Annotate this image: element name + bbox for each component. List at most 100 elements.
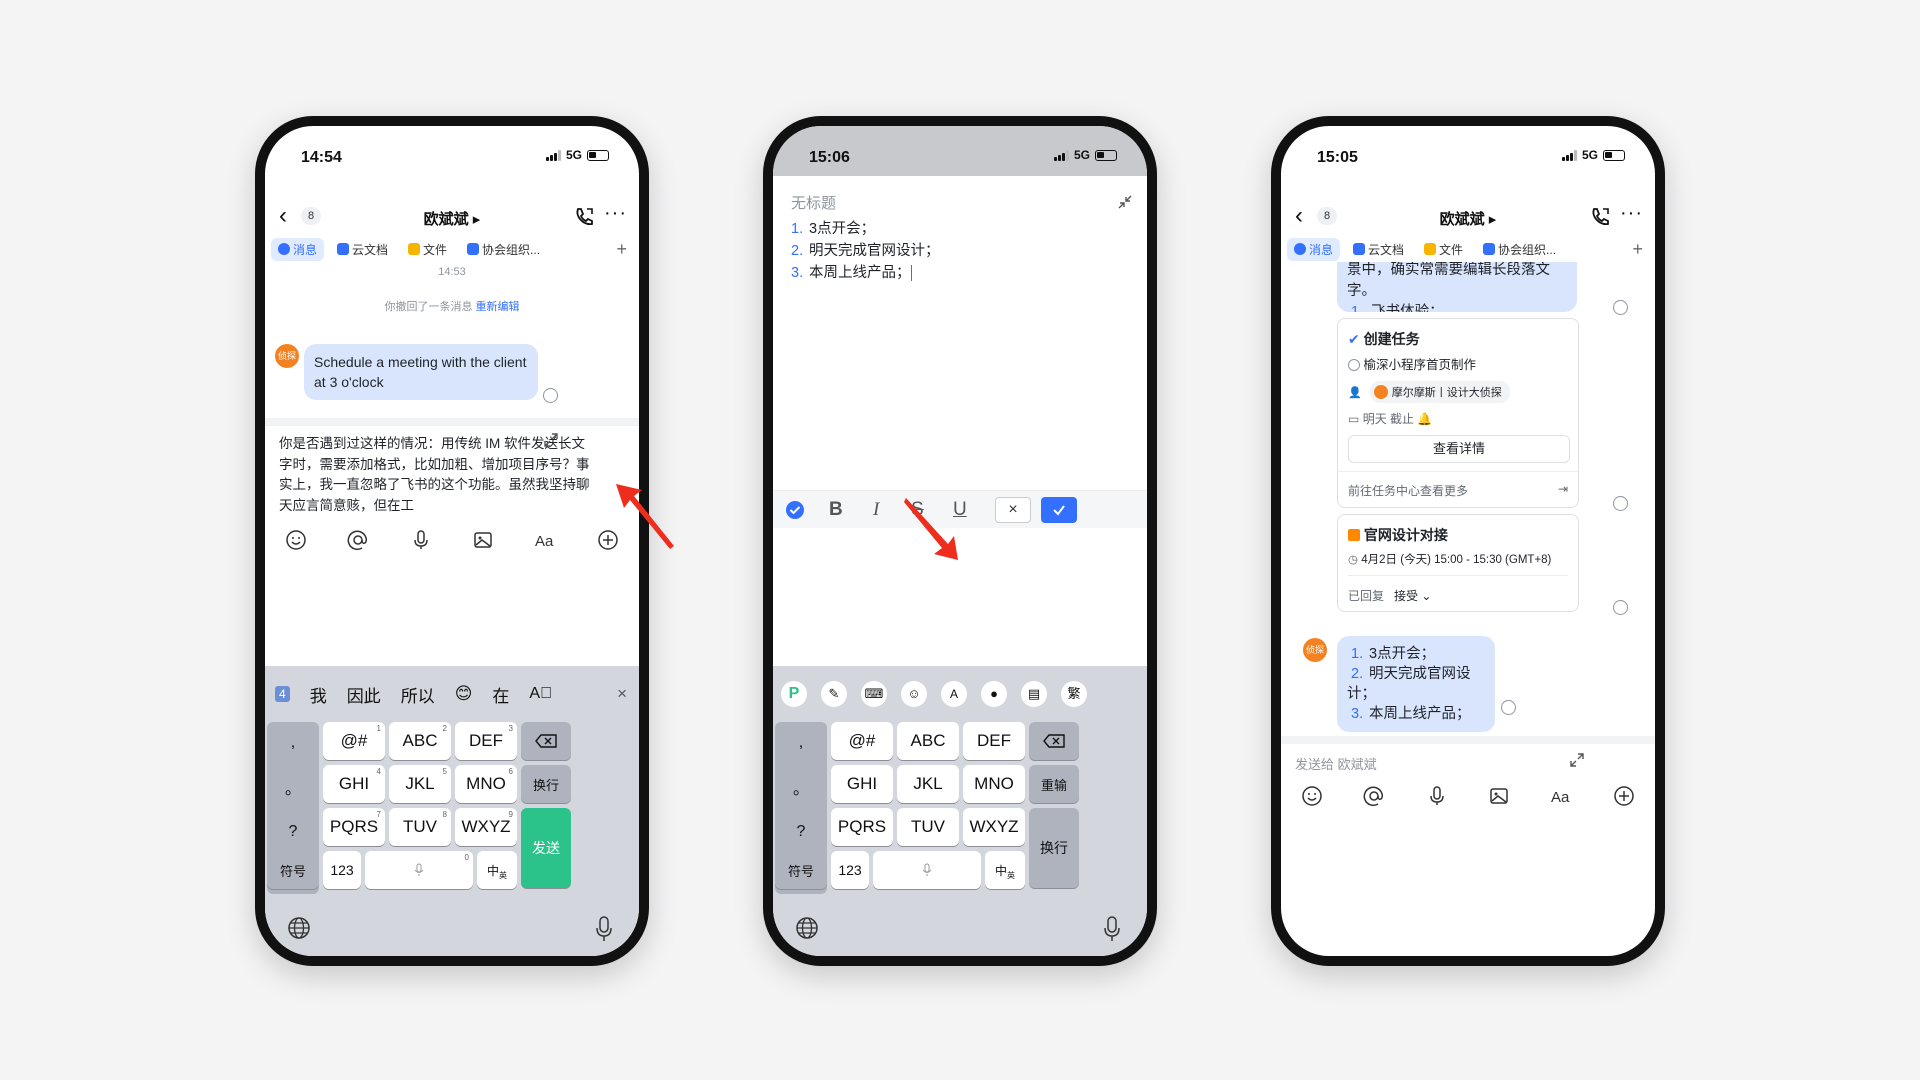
expand-icon[interactable] (1569, 752, 1585, 768)
candidate-number-icon[interactable]: 4 (275, 686, 290, 702)
key-abc[interactable]: ABC (897, 722, 959, 760)
emoji-icon[interactable] (285, 529, 307, 551)
emoji-icon[interactable] (1301, 785, 1323, 807)
task-center-link[interactable]: 前往任务中心查看更多 ⇥ (1338, 471, 1578, 499)
delete-key[interactable] (1029, 722, 1079, 760)
ime-logo-icon[interactable]: P (781, 681, 807, 707)
punct-key[interactable]: 。 (285, 775, 301, 799)
avatar[interactable]: 侦探 (1303, 638, 1327, 662)
tab-messages[interactable]: 消息 (271, 237, 325, 261)
globe-icon[interactable] (287, 916, 311, 940)
send-key[interactable]: 发送 (521, 808, 571, 888)
view-details-button[interactable]: 查看详情 (1348, 435, 1570, 463)
traditional-key[interactable]: 繁 (1061, 681, 1087, 707)
ai-text-icon[interactable]: A (941, 681, 967, 707)
num-key[interactable]: 123 (831, 851, 869, 889)
bold-icon[interactable]: B (829, 499, 843, 521)
num-key[interactable]: 123 (323, 851, 361, 889)
key-pqrs[interactable]: PQRS 7 (323, 808, 385, 846)
select-radio[interactable] (1613, 496, 1628, 511)
newline-key[interactable]: 换行 (521, 765, 571, 803)
emoticon-icon[interactable]: ☺ (901, 681, 927, 707)
close-icon[interactable]: × (617, 684, 627, 704)
image-icon[interactable] (1488, 785, 1510, 807)
tab-docs[interactable]: 云文档 (1346, 238, 1411, 261)
key-tuv[interactable]: TUV 8 (389, 808, 451, 846)
dictation-mic-icon[interactable] (1103, 916, 1121, 942)
delete-key[interactable] (521, 722, 571, 760)
expand-icon[interactable] (543, 432, 559, 448)
candidate[interactable]: 因此 (347, 682, 381, 707)
punct-key[interactable]: , (799, 734, 803, 752)
event-card[interactable]: 官网设计对接 ◷ 4月2日 (今天) 15:00 - 15:30 (GMT+8)… (1337, 514, 1579, 612)
phone-call-icon[interactable] (573, 206, 595, 228)
italic-icon[interactable]: I (873, 499, 879, 521)
newline-key[interactable]: 换行 (1029, 808, 1079, 888)
reedit-link[interactable]: 重新编辑 (476, 301, 520, 313)
space-key[interactable]: 0 (365, 851, 473, 889)
add-tab-icon[interactable]: + (616, 239, 633, 260)
phone-call-icon[interactable] (1589, 206, 1611, 228)
key-mno[interactable]: MNO 6 (455, 765, 517, 803)
key-def[interactable]: DEF (963, 722, 1025, 760)
tab-docs[interactable]: 云文档 (330, 238, 395, 261)
key-wxyz[interactable]: WXYZ (963, 808, 1025, 846)
key-jkl[interactable]: JKL 5 (389, 765, 451, 803)
tab-org[interactable]: 协会组织... (1476, 238, 1563, 261)
more-icon[interactable]: ··· (1620, 203, 1643, 223)
tab-files[interactable]: 文件 (1417, 238, 1470, 261)
task-name-row[interactable]: 榆深小程序首页制作 (1348, 354, 1476, 373)
symbol-key[interactable]: 符号 (775, 851, 827, 889)
voice-icon[interactable] (410, 529, 432, 551)
candidate[interactable]: 所以 (401, 682, 435, 707)
task-complete-radio[interactable] (1348, 359, 1360, 371)
punct-key[interactable]: ? (289, 823, 298, 841)
key-ghi[interactable]: GHI 4 (323, 765, 385, 803)
key-jkl[interactable]: JKL (897, 765, 959, 803)
select-radio[interactable] (1501, 700, 1516, 715)
key-symbols[interactable]: @# 1 (323, 722, 385, 760)
doc-title[interactable]: 无标题 (791, 192, 836, 213)
dictation-mic-icon[interactable] (595, 916, 613, 942)
confirm-button[interactable] (1041, 497, 1077, 523)
space-key[interactable] (873, 851, 981, 889)
symbol-key[interactable]: 符号 (267, 851, 319, 889)
list-message-bubble[interactable]: 1. 3点开会； 2. 明天完成官网设计； 3. 本周上线产品； (1337, 636, 1495, 732)
clipboard-icon[interactable]: ▤ (1021, 681, 1047, 707)
text-format-icon[interactable]: Aa (1550, 785, 1572, 807)
checklist-icon[interactable] (785, 500, 805, 520)
assignee-chip[interactable]: 摩尔摩斯丨设计大侦探 (1369, 381, 1510, 403)
reenter-key[interactable]: 重输 (1029, 765, 1079, 803)
key-ghi[interactable]: GHI (831, 765, 893, 803)
add-icon[interactable] (1613, 785, 1635, 807)
key-tuv[interactable]: TUV (897, 808, 959, 846)
voice-icon[interactable] (1426, 785, 1448, 807)
candidate[interactable]: 我 (310, 682, 327, 707)
tab-files[interactable]: 文件 (401, 238, 454, 261)
bell-icon[interactable]: 🔔 (1417, 412, 1432, 426)
add-tab-icon[interactable]: + (1632, 239, 1649, 260)
draft-input-box[interactable]: 你是否遇到过这样的情况：用传统 IM 软件发送长文字时，需要添加格式，比如加粗、… (265, 418, 639, 526)
select-radio[interactable] (1613, 600, 1628, 615)
tab-messages[interactable]: 消息 (1287, 237, 1341, 261)
editor-list[interactable]: 1. 3点开会； 2. 明天完成官网设计； 3. 本周上线产品； (791, 218, 940, 284)
select-radio[interactable] (543, 388, 558, 403)
avatar[interactable]: 侦探 (275, 344, 299, 368)
key-pqrs[interactable]: PQRS (831, 808, 893, 846)
magic-icon[interactable]: ✎ (821, 681, 847, 707)
more-icon[interactable]: ··· (604, 203, 627, 223)
accept-dropdown[interactable]: 接受 ⌄ (1394, 589, 1431, 603)
lang-switch-key[interactable]: 中英 (477, 851, 517, 889)
image-icon[interactable] (472, 529, 494, 551)
partial-bubble[interactable]: 景中，确实常需要编辑长段落文字。 1. 飞书体验； (1337, 260, 1577, 312)
mention-icon[interactable] (347, 529, 369, 551)
punct-key[interactable]: ? (797, 823, 806, 841)
mention-icon[interactable] (1363, 785, 1385, 807)
cancel-button[interactable]: × (995, 497, 1031, 523)
key-def[interactable]: DEF 3 (455, 722, 517, 760)
candidate[interactable]: 😊 (455, 684, 473, 704)
select-radio[interactable] (1613, 300, 1628, 315)
task-card[interactable]: ✔ 创建任务 榆深小程序首页制作 👤 摩尔摩斯丨设计大侦探 ▭ 明天 截止 🔔 查… (1337, 318, 1579, 508)
key-symbols[interactable]: @# (831, 722, 893, 760)
candidate[interactable]: 在 (492, 682, 509, 707)
